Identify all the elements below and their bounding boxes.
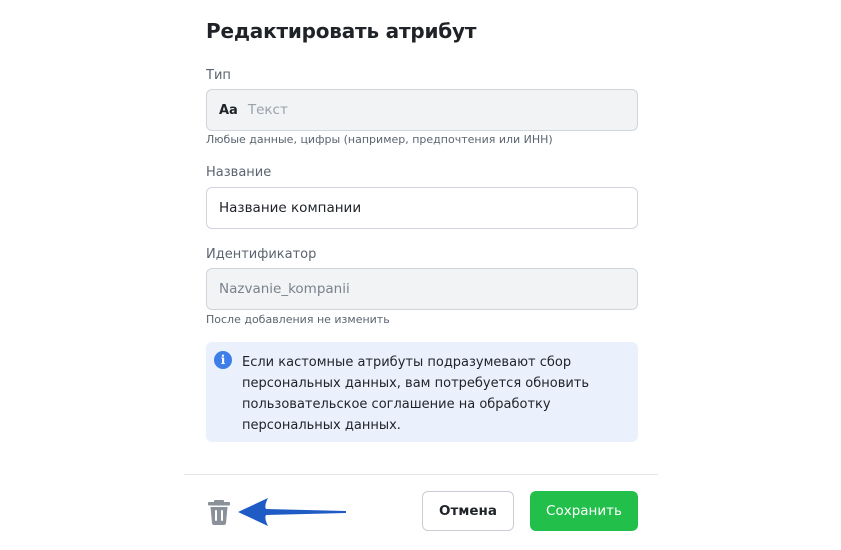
type-value: Текст bbox=[247, 102, 288, 118]
info-icon: i bbox=[214, 351, 232, 369]
name-label: Название bbox=[206, 165, 272, 180]
name-input[interactable]: Название компании bbox=[206, 187, 638, 229]
save-button[interactable]: Сохранить bbox=[530, 491, 638, 531]
annotation-arrow-icon bbox=[238, 498, 346, 526]
identifier-value: Nazvanie_kompanii bbox=[219, 281, 350, 297]
type-label: Тип bbox=[206, 68, 231, 83]
cancel-button[interactable]: Отмена bbox=[422, 491, 514, 531]
identifier-label: Идентификатор bbox=[206, 247, 317, 262]
type-hint: Любые данные, цифры (например, предпочте… bbox=[206, 133, 553, 146]
personal-data-notice: i Если кастомные атрибуты подразумевают … bbox=[206, 342, 638, 442]
type-field: Aa Текст bbox=[206, 89, 638, 131]
identifier-field: Nazvanie_kompanii bbox=[206, 268, 638, 310]
name-input-value: Название компании bbox=[219, 200, 362, 216]
footer-divider bbox=[184, 474, 658, 475]
delete-attribute-button[interactable] bbox=[206, 498, 232, 526]
text-type-icon: Aa bbox=[219, 102, 238, 118]
notice-text: Если кастомные атрибуты подразумевают сб… bbox=[242, 355, 590, 433]
trash-icon bbox=[208, 500, 230, 525]
edit-attribute-dialog: Редактировать атрибут Тип Aa Текст Любые… bbox=[184, 0, 658, 550]
dialog-title: Редактировать атрибут bbox=[206, 19, 477, 43]
identifier-hint: После добавления не изменить bbox=[206, 313, 390, 326]
